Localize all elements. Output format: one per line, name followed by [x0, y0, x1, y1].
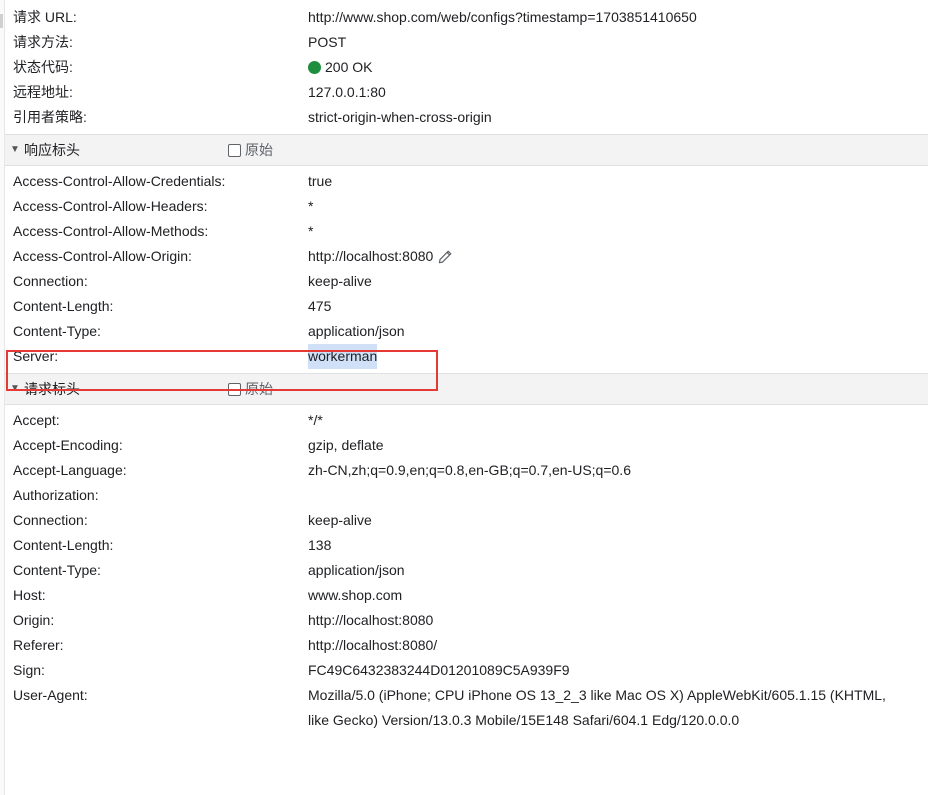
response-header-row: Content-Type: application/json: [5, 319, 928, 344]
general-key: 状态代码:: [13, 59, 73, 75]
general-row-status: 状态代码: 200 OK: [5, 55, 928, 80]
header-value[interactable]: true: [308, 169, 332, 194]
header-key: Access-Control-Allow-Origin:: [13, 248, 192, 264]
response-header-row-server: Server: workerman: [5, 344, 928, 369]
request-header-row: Sign: FC49C6432383244D01201089C5A939F9: [5, 658, 928, 683]
response-header-row: Access-Control-Allow-Origin: http://loca…: [5, 244, 928, 269]
request-headers-header[interactable]: ▼ 请求标头 原始: [5, 373, 928, 405]
header-key: Host:: [13, 587, 46, 603]
request-header-row: Accept-Language: zh-CN,zh;q=0.9,en;q=0.8…: [5, 458, 928, 483]
request-headers-list: Accept: */* Accept-Encoding: gzip, defla…: [5, 408, 928, 733]
header-value[interactable]: keep-alive: [308, 508, 372, 533]
header-value[interactable]: http://localhost:8080/: [308, 633, 437, 658]
response-raw-toggle[interactable]: 原始: [228, 135, 273, 165]
header-key: Sign:: [13, 662, 45, 678]
response-headers-title[interactable]: 响应标头: [24, 135, 80, 165]
response-headers-header[interactable]: ▼ 响应标头 原始: [5, 134, 928, 166]
general-value[interactable]: strict-origin-when-cross-origin: [308, 105, 492, 130]
general-value[interactable]: http://www.shop.com/web/configs?timestam…: [308, 5, 697, 30]
header-key: Access-Control-Allow-Credentials:: [13, 173, 226, 189]
header-value[interactable]: *: [308, 219, 313, 244]
request-header-row: Origin: http://localhost:8080: [5, 608, 928, 633]
general-value[interactable]: 200 OK: [325, 55, 372, 80]
header-value[interactable]: FC49C6432383244D01201089C5A939F9: [308, 658, 570, 683]
raw-checkbox[interactable]: [228, 143, 241, 157]
scroll-marker: [0, 14, 3, 28]
raw-label[interactable]: 原始: [245, 374, 273, 404]
header-key: Connection:: [13, 273, 88, 289]
header-key: Accept-Encoding:: [13, 437, 123, 453]
header-value[interactable]: www.shop.com: [308, 583, 402, 608]
general-value[interactable]: POST: [308, 30, 346, 55]
headers-panel: 请求 URL: http://www.shop.com/web/configs?…: [5, 0, 928, 733]
request-header-row: Content-Length: 138: [5, 533, 928, 558]
header-key: Access-Control-Allow-Methods:: [13, 223, 209, 239]
header-key: Connection:: [13, 512, 88, 528]
response-header-row: Connection: keep-alive: [5, 269, 928, 294]
header-value[interactable]: application/json: [308, 319, 405, 344]
request-header-row: Accept-Encoding: gzip, deflate: [5, 433, 928, 458]
header-value[interactable]: application/json: [308, 558, 405, 583]
header-value[interactable]: Mozilla/5.0 (iPhone; CPU iPhone OS 13_2_…: [308, 687, 886, 728]
triangle-down-icon[interactable]: ▼: [10, 374, 20, 404]
raw-label[interactable]: 原始: [245, 135, 273, 165]
header-key: Authorization:: [13, 487, 99, 503]
header-key: Access-Control-Allow-Headers:: [13, 198, 208, 214]
header-value[interactable]: *: [308, 194, 313, 219]
response-header-row: Content-Length: 475: [5, 294, 928, 319]
request-header-row: User-Agent: Mozilla/5.0 (iPhone; CPU iPh…: [5, 683, 928, 733]
request-header-row: Content-Type: application/json: [5, 558, 928, 583]
general-value[interactable]: 127.0.0.1:80: [308, 80, 386, 105]
request-header-row: Host: www.shop.com: [5, 583, 928, 608]
header-key: Content-Type:: [13, 323, 101, 339]
request-headers-title[interactable]: 请求标头: [24, 374, 80, 404]
header-value[interactable]: http://localhost:8080: [308, 608, 433, 633]
header-value[interactable]: http://localhost:8080: [308, 244, 433, 269]
header-value[interactable]: gzip, deflate: [308, 433, 384, 458]
header-key: Content-Length:: [13, 537, 114, 553]
general-row-url: 请求 URL: http://www.shop.com/web/configs?…: [5, 5, 928, 30]
header-key: Server:: [13, 348, 59, 364]
header-key: Origin:: [13, 612, 55, 628]
triangle-down-icon[interactable]: ▼: [10, 135, 20, 165]
general-key: 远程地址:: [13, 84, 73, 100]
response-header-row: Access-Control-Allow-Credentials: true: [5, 169, 928, 194]
header-key: Accept-Language:: [13, 462, 127, 478]
header-key: Accept:: [13, 412, 60, 428]
request-header-row: Accept: */*: [5, 408, 928, 433]
header-value[interactable]: 138: [308, 533, 331, 558]
request-header-row: Authorization:: [5, 483, 928, 508]
header-key: Referer:: [13, 637, 64, 653]
pencil-icon[interactable]: [437, 249, 453, 265]
response-header-row: Access-Control-Allow-Headers: *: [5, 194, 928, 219]
general-key: 请求方法:: [13, 34, 73, 50]
header-value[interactable]: zh-CN,zh;q=0.9,en;q=0.8,en-GB;q=0.7,en-U…: [308, 458, 631, 483]
header-value[interactable]: 475: [308, 294, 331, 319]
request-header-row: Referer: http://localhost:8080/: [5, 633, 928, 658]
general-row-method: 请求方法: POST: [5, 30, 928, 55]
header-value[interactable]: keep-alive: [308, 269, 372, 294]
header-value[interactable]: */*: [308, 408, 323, 433]
header-key: User-Agent:: [13, 687, 88, 703]
response-header-row: Access-Control-Allow-Methods: *: [5, 219, 928, 244]
response-headers-list: Access-Control-Allow-Credentials: true A…: [5, 169, 928, 369]
general-section: 请求 URL: http://www.shop.com/web/configs?…: [5, 0, 928, 130]
general-key: 请求 URL:: [13, 9, 77, 25]
raw-checkbox[interactable]: [228, 382, 241, 396]
header-key: Content-Type:: [13, 562, 101, 578]
general-row-remote-address: 远程地址: 127.0.0.1:80: [5, 80, 928, 105]
header-key: Content-Length:: [13, 298, 114, 314]
request-header-row: Connection: keep-alive: [5, 508, 928, 533]
status-dot-icon: [308, 61, 321, 74]
general-row-referrer-policy: 引用者策略: strict-origin-when-cross-origin: [5, 105, 928, 130]
general-key: 引用者策略:: [13, 109, 87, 125]
header-value-selected[interactable]: workerman: [308, 344, 378, 369]
request-raw-toggle[interactable]: 原始: [228, 374, 273, 404]
